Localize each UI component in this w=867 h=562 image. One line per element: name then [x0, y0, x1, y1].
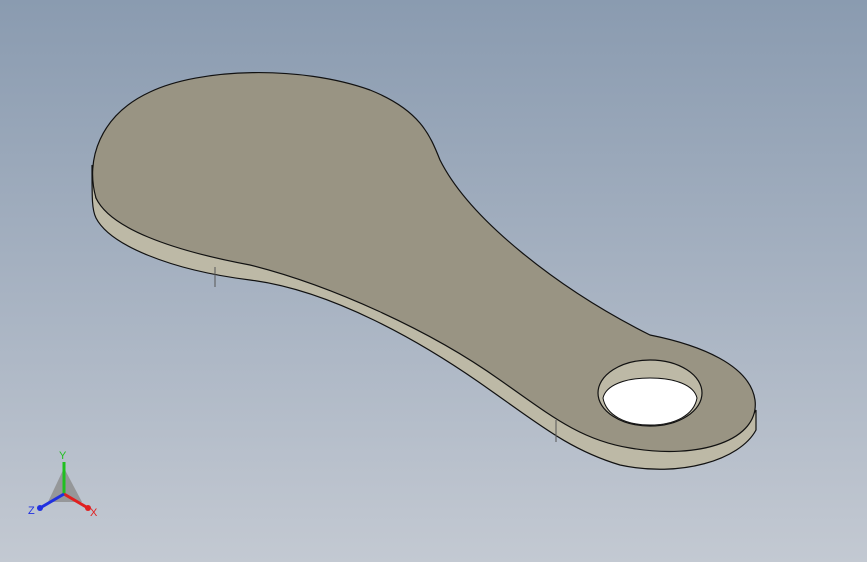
- triad-y-label: Y: [59, 450, 67, 462]
- graphics-viewport[interactable]: Y X Z: [0, 0, 867, 562]
- part-model[interactable]: [0, 0, 867, 562]
- triad-z-label: Z: [28, 505, 35, 517]
- view-orientation-triad[interactable]: Y X Z: [26, 448, 106, 520]
- triad-x-label: X: [90, 507, 98, 519]
- triad-z-tip: [37, 505, 43, 511]
